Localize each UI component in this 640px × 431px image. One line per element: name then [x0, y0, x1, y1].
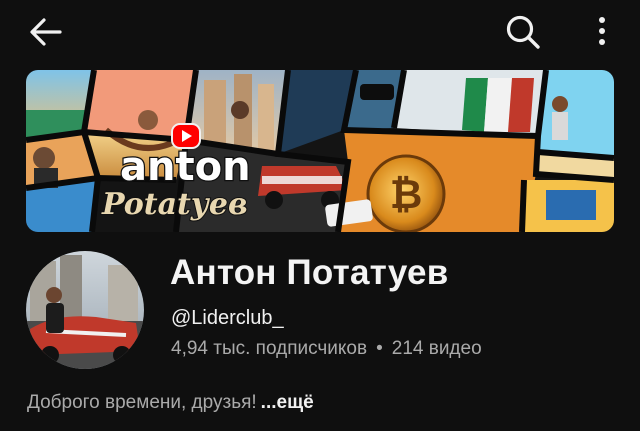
avatar-photo: [26, 251, 144, 369]
channel-description[interactable]: Доброго времени, друзья! ...ещё: [27, 392, 314, 414]
banner-logo-line2: Potatуев: [101, 187, 248, 222]
search-icon[interactable]: [503, 12, 543, 52]
avatar[interactable]: [26, 251, 144, 369]
video-count: 214 видео: [391, 338, 482, 359]
description-text: Доброго времени, друзья!: [27, 392, 257, 413]
arrow-left-icon[interactable]: [28, 14, 64, 50]
banner-artwork: ₿ anton Potatуев: [26, 70, 614, 232]
channel-handle: @Liderclub_: [171, 307, 284, 329]
channel-stats: 4,94 тыс. подписчиков • 214 видео: [171, 338, 482, 360]
more-vertical-icon[interactable]: [590, 12, 614, 52]
channel-name: Антон Потатуев: [170, 253, 449, 292]
banner-logo-line1: anton: [120, 144, 251, 190]
subscriber-count: 4,94 тыс. подписчиков: [171, 338, 368, 359]
svg-text:₿: ₿: [390, 172, 423, 218]
stats-separator: •: [376, 338, 383, 359]
channel-banner[interactable]: ₿ anton Potatуев: [26, 70, 614, 232]
description-more-link[interactable]: ...ещё: [261, 392, 314, 413]
top-app-bar: [0, 0, 640, 62]
